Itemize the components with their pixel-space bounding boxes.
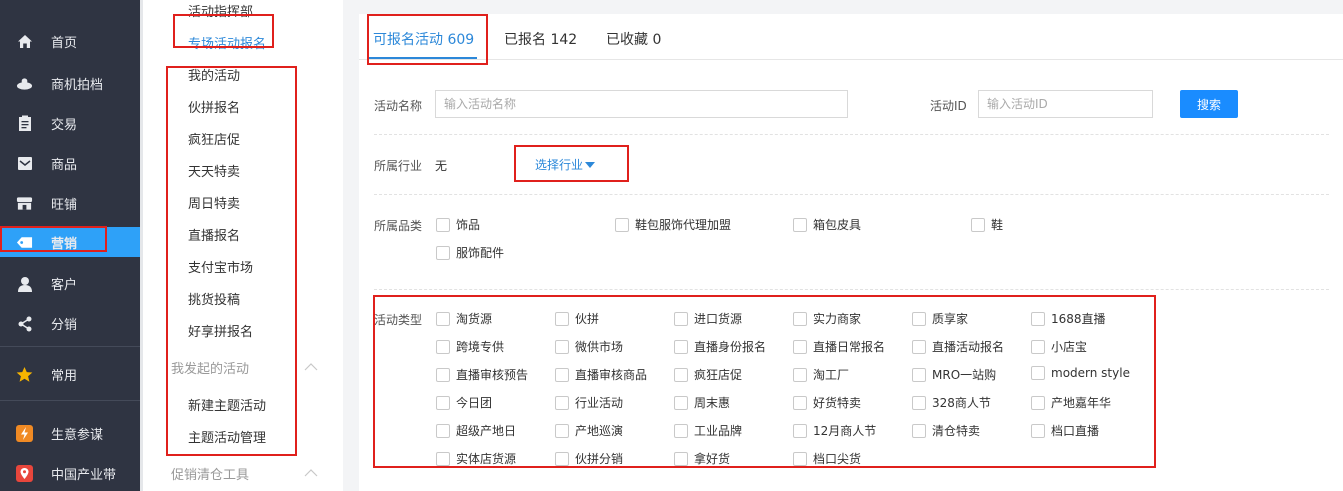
- nav-item-industry-belt[interactable]: 中国产业带: [0, 458, 140, 488]
- inbox-icon: [16, 155, 33, 172]
- category-checkbox[interactable]: 服饰配件: [436, 244, 504, 261]
- nav-label: 中国产业带: [51, 468, 117, 483]
- clipboard-icon: [16, 115, 33, 132]
- nav-label: 生意参谋: [51, 428, 104, 443]
- shop-icon: [16, 195, 33, 212]
- category-checkbox[interactable]: 鞋: [971, 216, 1003, 233]
- annotation-box-industry: [514, 145, 629, 182]
- submenu-group-clearance-tools[interactable]: 促销清仓工具: [171, 464, 249, 483]
- tab-bar: 可报名活动 609 已报名 142 已收藏 0: [359, 14, 1343, 60]
- checkbox-icon: [436, 217, 450, 232]
- nav-item-business[interactable]: 商机拍档: [0, 68, 140, 98]
- nav-item-home[interactable]: 首页: [0, 26, 140, 56]
- nav-item-shop[interactable]: 旺铺: [0, 188, 140, 218]
- nav-item-distribution[interactable]: 分销: [0, 308, 140, 338]
- nav-label: 客户: [51, 278, 78, 293]
- annotation-box-submenu: [166, 66, 297, 456]
- industry-value: 无: [435, 159, 448, 173]
- nav-label: 商机拍档: [51, 78, 104, 93]
- distribute-icon: [16, 315, 33, 332]
- category-checkbox[interactable]: 饰品: [436, 216, 480, 233]
- tab-registered[interactable]: 已报名 142: [504, 29, 577, 49]
- chevron-up-icon[interactable]: [304, 469, 318, 477]
- home-icon: [16, 33, 33, 50]
- category-checkbox[interactable]: 箱包皮具: [793, 216, 861, 233]
- nav-divider: [0, 400, 140, 401]
- nav-item-favorites[interactable]: 常用: [0, 359, 140, 389]
- nav-item-goods[interactable]: 商品: [0, 148, 140, 178]
- annotation-box-activity-types: [373, 295, 1156, 468]
- nav-label: 交易: [51, 118, 78, 133]
- chevron-up-icon[interactable]: [304, 363, 318, 371]
- app-root: 首页 商机拍档 交易 商品 旺铺 营销 客户 分销 常用 生意参谋 中国产业带 …: [0, 0, 1343, 491]
- checkbox-icon: [793, 217, 807, 232]
- divider: [374, 194, 1329, 195]
- activity-name-label: 活动名称: [374, 99, 423, 113]
- category-option: 鞋包服饰代理加盟: [635, 218, 732, 232]
- handshake-icon: [16, 75, 33, 92]
- checkbox-icon: [971, 217, 985, 232]
- category-label: 所属品类: [374, 219, 423, 233]
- category-option: 饰品: [456, 218, 481, 232]
- activity-id-label: 活动ID: [930, 99, 967, 113]
- location-icon: [16, 465, 33, 482]
- category-option: 服饰配件: [456, 246, 505, 260]
- star-icon: [16, 366, 33, 383]
- annotation-box-available-tab: [367, 14, 488, 65]
- search-button[interactable]: 搜索: [1180, 90, 1238, 118]
- activity-name-input[interactable]: [435, 90, 848, 118]
- annotation-box-marketing: [0, 226, 107, 252]
- tab-favorited[interactable]: 已收藏 0: [606, 29, 661, 49]
- user-icon: [16, 275, 33, 292]
- divider: [374, 289, 1329, 290]
- lightning-icon: [16, 425, 33, 442]
- activity-id-input[interactable]: [978, 90, 1153, 118]
- nav-divider: [0, 346, 140, 347]
- category-option: 鞋: [991, 218, 1004, 232]
- nav-item-business-advisor[interactable]: 生意参谋: [0, 418, 140, 448]
- category-option: 箱包皮具: [813, 218, 862, 232]
- checkbox-icon: [615, 217, 629, 232]
- divider: [374, 134, 1329, 135]
- nav-item-customer[interactable]: 客户: [0, 268, 140, 298]
- category-checkbox[interactable]: 鞋包服饰代理加盟: [615, 216, 731, 233]
- nav-label: 商品: [51, 158, 78, 173]
- checkbox-icon: [436, 245, 450, 260]
- nav-label: 旺铺: [51, 198, 78, 213]
- industry-label: 所属行业: [374, 159, 423, 173]
- nav-label: 首页: [51, 36, 78, 51]
- nav-label: 分销: [51, 318, 78, 333]
- annotation-box-special-signup: [173, 14, 274, 48]
- nav-item-trade[interactable]: 交易: [0, 108, 140, 138]
- nav-label: 常用: [51, 369, 78, 384]
